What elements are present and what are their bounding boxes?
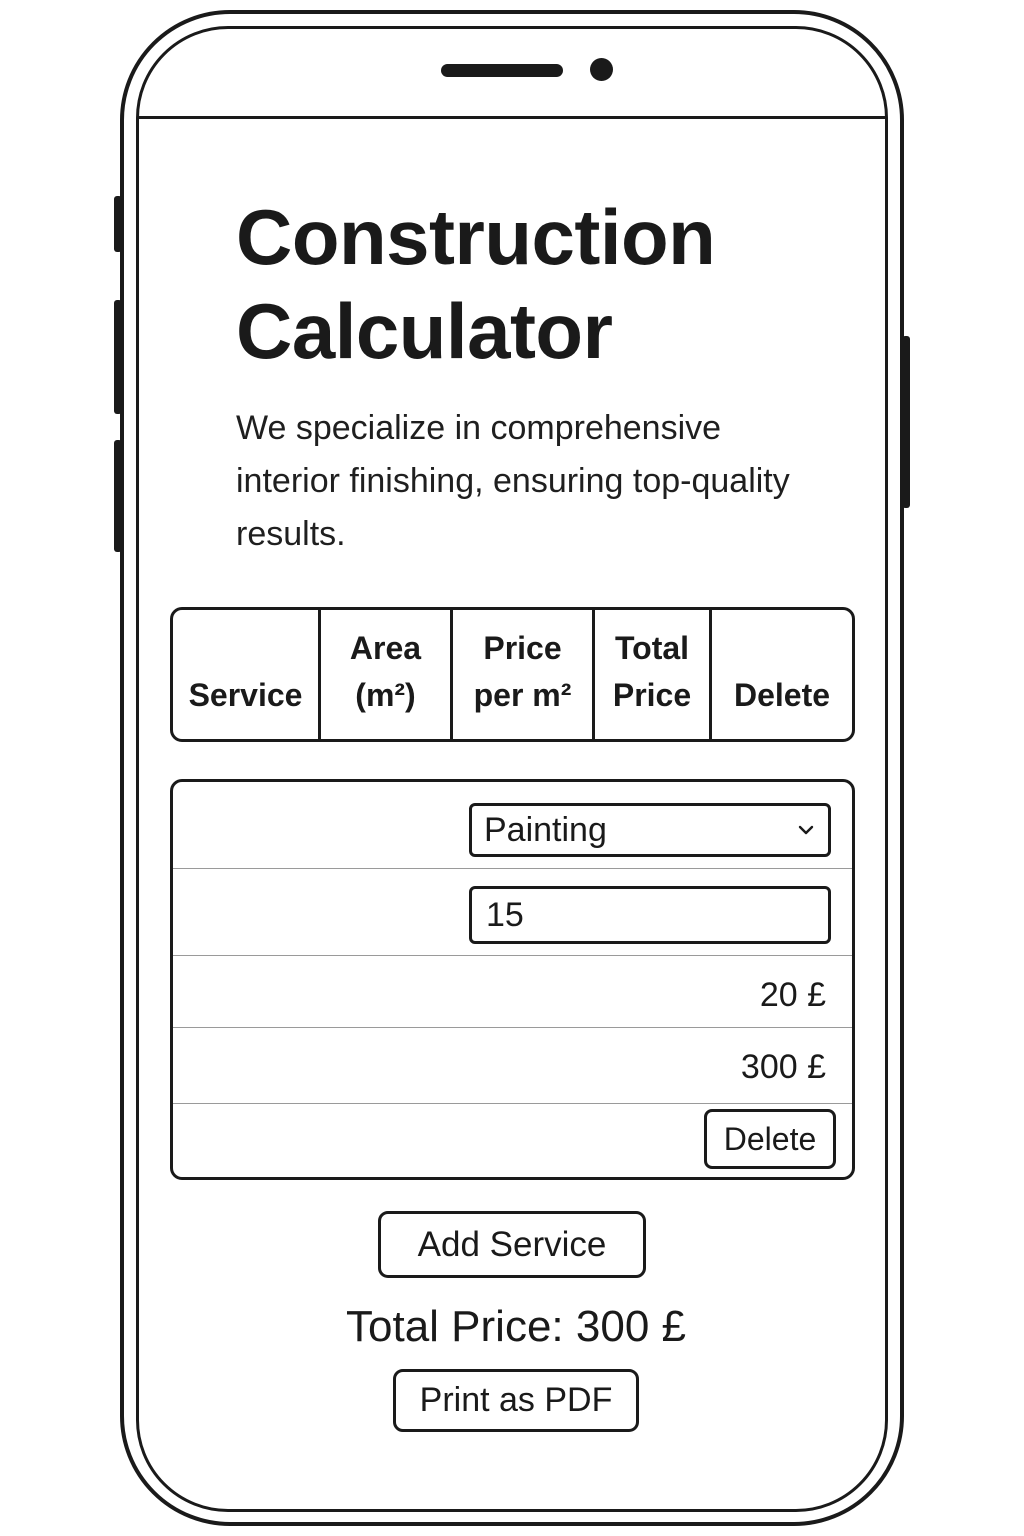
total-price-value: 300 £ [740,1048,826,1086]
phone-speaker [441,64,563,77]
phone-side-button-volume-up [114,300,122,414]
print-pdf-button[interactable]: Print as PDF [393,1369,639,1432]
phone-camera [590,58,613,81]
phone-side-button-mute [114,196,122,252]
column-header-area: Area (m²) [321,610,453,739]
phone-side-button-volume-down [114,440,122,552]
total-price-summary: Total Price: 300 £ [346,1302,686,1351]
service-select-value: Painting [484,810,607,849]
area-input-value: 15 [486,895,524,934]
phone-side-button-power [902,336,910,508]
column-header-service: Service [173,610,321,739]
column-header-total-price: Total Price [595,610,712,739]
chevron-down-icon [798,825,814,835]
row-divider [173,868,852,869]
add-service-button[interactable]: Add Service [378,1211,646,1278]
area-input[interactable]: 15 [469,886,831,944]
row-divider [173,955,852,956]
service-row: Painting 15 20 £ 300 £ Delete [170,779,855,1180]
page-title: Construction Calculator [236,193,716,375]
page-description: We specialize in comprehensive interior … [236,409,790,553]
row-divider [173,1027,852,1028]
status-bar-divider [138,116,886,119]
table-header: Service Area (m²) Price per m² Total Pri… [170,607,855,742]
column-header-price-per-m2: Price per m² [453,610,595,739]
price-per-m2-value: 20 £ [759,976,826,1014]
column-header-delete: Delete [733,677,831,713]
row-divider [173,1103,852,1104]
service-select[interactable]: Painting [469,803,831,857]
delete-button[interactable]: Delete [704,1109,836,1169]
